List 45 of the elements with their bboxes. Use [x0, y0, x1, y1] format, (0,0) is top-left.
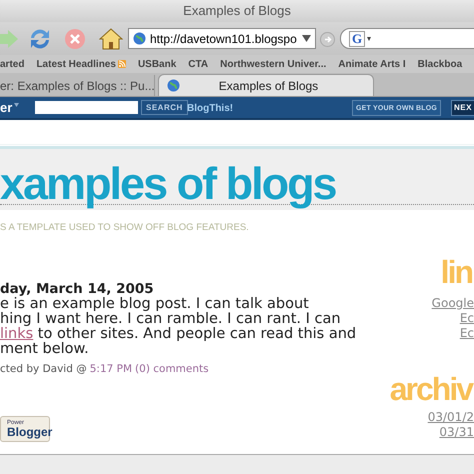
post-byline: cted by David @	[0, 362, 87, 377]
sidebar-link[interactable]: Ec	[460, 326, 474, 341]
bookmark-link[interactable]: CTA	[188, 56, 208, 72]
permalink-link[interactable]: 5:17 PM	[90, 362, 132, 378]
sidebar-link[interactable]: Ec	[460, 311, 474, 326]
blogthis-link[interactable]: BlogThis!	[187, 101, 234, 116]
go-icon[interactable]	[320, 32, 335, 47]
globe-icon	[167, 79, 180, 92]
post-text: e is an example blog post. I can talk about	[0, 297, 309, 312]
home-icon[interactable]	[99, 27, 123, 51]
search-input[interactable]	[35, 101, 138, 114]
post-date: day, March 14, 2005	[0, 281, 155, 297]
stop-icon[interactable]	[64, 28, 86, 50]
search-field[interactable]: G	[340, 28, 474, 49]
caret-icon[interactable]	[367, 36, 372, 40]
bookmark-link[interactable]: Latest Headlines	[36, 56, 116, 72]
window-title: Examples of Blogs	[183, 2, 291, 20]
globe-icon	[133, 32, 146, 45]
bookmark-link[interactable]: USBank	[138, 56, 176, 72]
post-text: to other sites. And people can read this and	[36, 327, 356, 342]
next-blog-button[interactable]: NEX	[451, 100, 474, 116]
post-link[interactable]: links	[0, 327, 34, 342]
post-text: ment below.	[0, 342, 89, 357]
bookmark-link[interactable]: Animate Arts I	[338, 56, 406, 72]
links-heading: lin	[440, 256, 473, 288]
feed-icon[interactable]	[118, 60, 126, 68]
search-engine-icon[interactable]: G	[349, 30, 366, 46]
blog-description: S A TEMPLATE USED TO SHOW OFF BLOG FEATURES.	[0, 221, 249, 235]
blog-title: xamples of blogs	[0, 160, 337, 208]
search-button[interactable]: SEARCH	[141, 100, 188, 115]
reload-icon[interactable]	[28, 28, 52, 50]
blogger-logo[interactable]: er	[0, 98, 12, 118]
dropdown-caret-icon[interactable]	[302, 35, 311, 42]
archive-link[interactable]: 03/01/2	[428, 410, 474, 425]
comments-link[interactable]: (0) comments	[135, 362, 209, 378]
archives-heading: archiv	[390, 373, 474, 405]
browser-tab[interactable]: er: Examples of Blogs :: Pu...	[0, 75, 155, 96]
sidebar-link[interactable]: Google	[432, 296, 474, 311]
bookmark-link[interactable]: Blackboa	[418, 56, 462, 72]
archive-link[interactable]: 03/31	[439, 425, 474, 440]
post-text: hing I want here. I can ramble. I can rant. I can	[0, 312, 341, 327]
browser-tab[interactable]: Examples of Blogs	[158, 74, 374, 96]
bookmark-link[interactable]: Northwestern Univer...	[220, 56, 326, 72]
url-field[interactable]: http://davetown101.blogspo	[128, 28, 316, 49]
bookmark-link[interactable]: arted	[0, 56, 24, 72]
